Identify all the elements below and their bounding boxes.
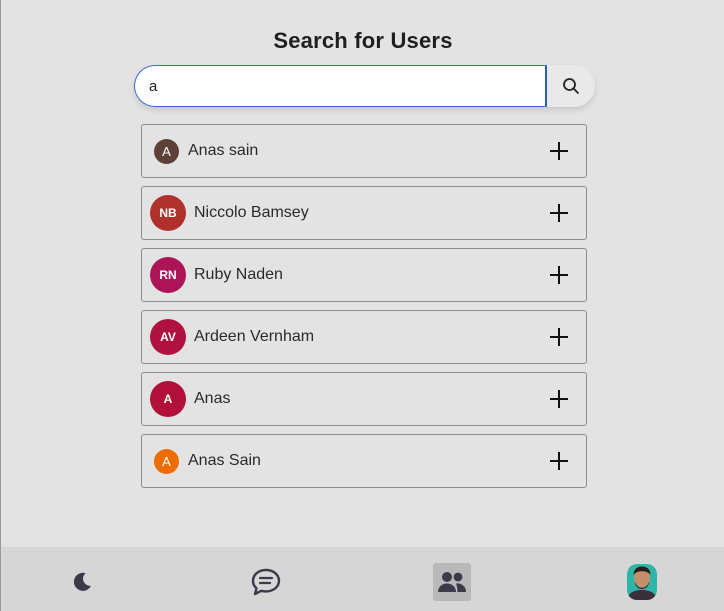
user-row[interactable]: A Anas Sain [141,434,587,488]
avatar: AV [150,319,186,355]
user-row[interactable]: A Anas [141,372,587,426]
moon-icon [73,572,91,591]
user-name: Anas [194,390,231,407]
user-name: Anas sain [188,142,259,159]
plus-icon[interactable] [548,388,570,410]
plus-icon[interactable] [548,202,570,224]
plus-icon[interactable] [548,326,570,348]
user-name: Ardeen Vernham [194,328,315,345]
user-row[interactable]: RN Ruby Naden [141,248,587,302]
avatar: RN [150,257,186,293]
avatar: A [154,138,179,164]
search-button[interactable] [547,65,595,107]
user-name: Anas Sain [188,452,261,469]
users-button[interactable] [433,563,471,601]
search-input[interactable] [134,65,547,107]
chats-button[interactable] [247,563,285,601]
user-row[interactable]: A Anas sain [141,124,587,178]
user-results-list: A Anas sain NB Niccolo Bamsey RN Ruby Na… [141,124,587,496]
chat-icon [251,568,281,596]
search-icon [563,78,579,94]
profile-avatar [627,564,657,600]
user-name: Niccolo Bamsey [194,204,309,221]
plus-icon[interactable] [548,264,570,286]
profile-button[interactable] [623,563,661,601]
avatar: A [154,448,179,474]
search-bar [134,65,595,107]
user-row[interactable]: NB Niccolo Bamsey [141,186,587,240]
plus-icon[interactable] [548,140,570,162]
avatar: A [150,381,186,417]
user-name: Ruby Naden [194,266,283,283]
plus-icon[interactable] [548,450,570,472]
users-icon [438,572,466,592]
theme-toggle-button[interactable] [63,563,101,601]
user-row[interactable]: AV Ardeen Vernham [141,310,587,364]
bottom-nav [1,547,724,611]
page-title: Search for Users [273,28,453,53]
avatar: NB [150,195,186,231]
